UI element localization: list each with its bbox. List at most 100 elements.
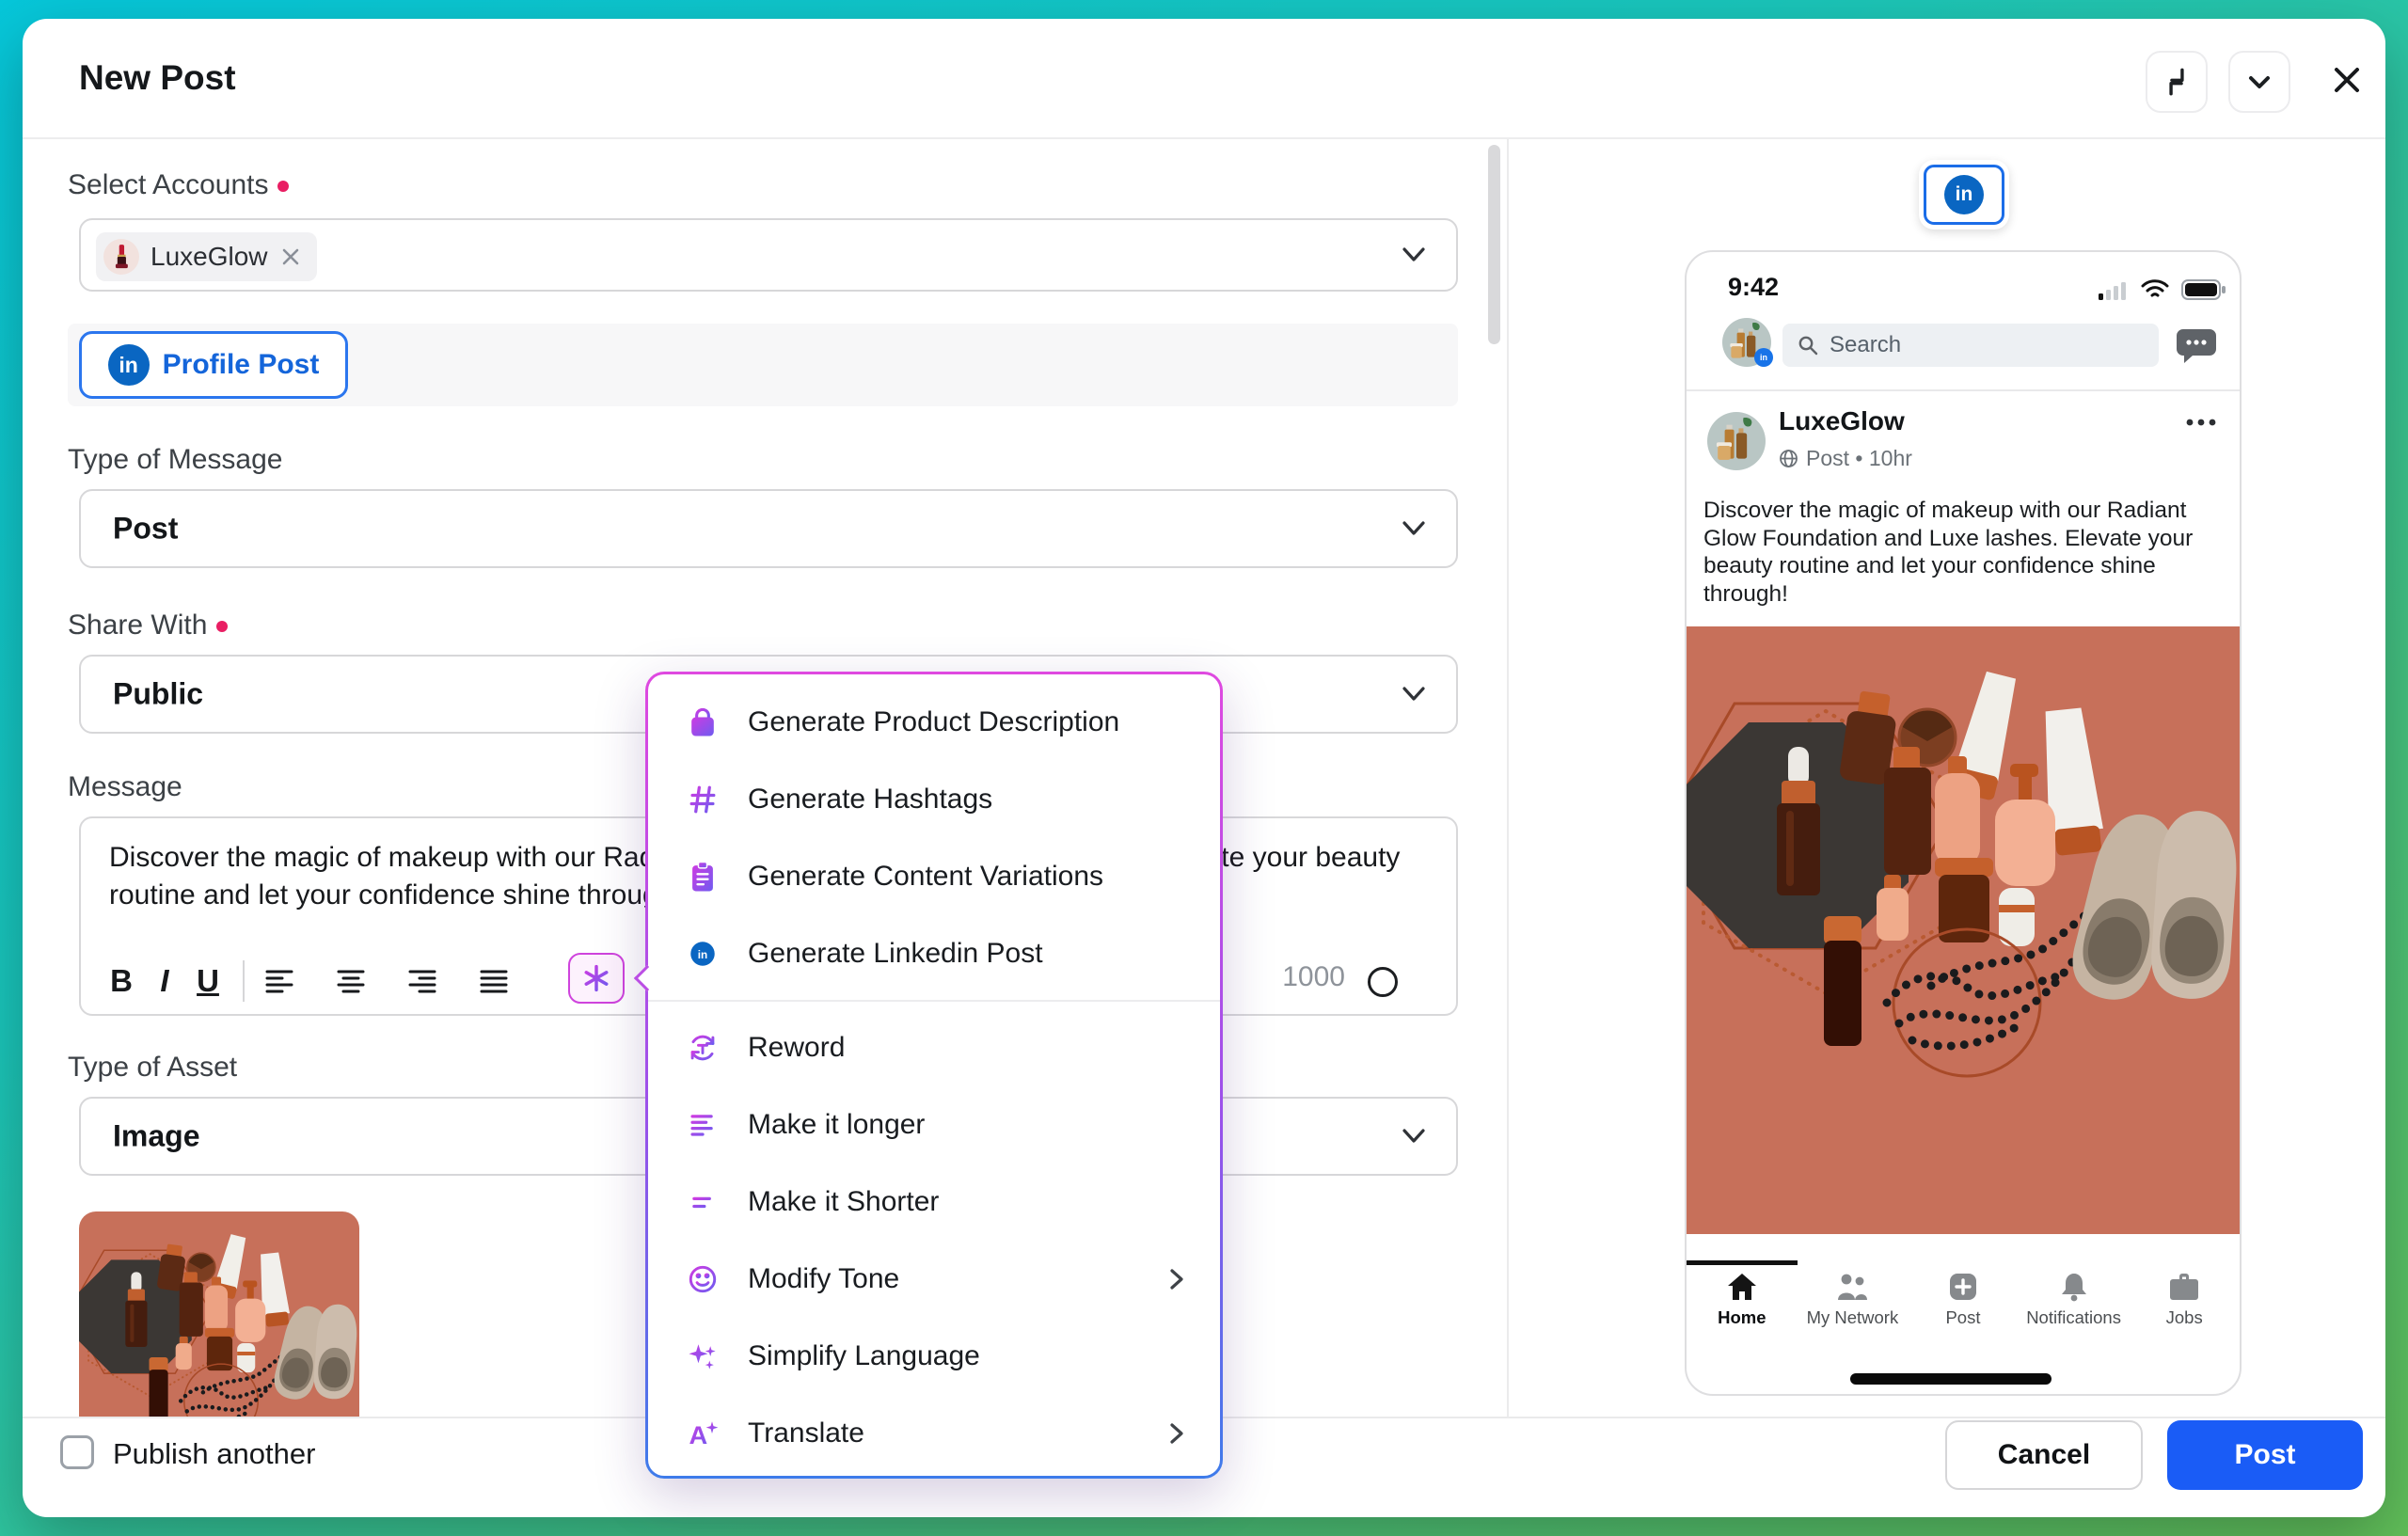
- publish-another-checkbox[interactable]: [60, 1435, 94, 1469]
- chip-remove-icon[interactable]: [279, 245, 302, 268]
- ai-asterisk-icon: [580, 962, 612, 994]
- required-dot: [277, 181, 289, 192]
- nav-notifications[interactable]: Notifications: [2019, 1262, 2130, 1347]
- panel-divider: [1507, 139, 1509, 1417]
- chevron-down-icon: [1400, 519, 1428, 538]
- submenu-chevron-icon: [1167, 1419, 1186, 1448]
- close-button[interactable]: [2318, 51, 2376, 109]
- ai-assistant-menu: Generate Product Description Generate Ha…: [645, 672, 1223, 1479]
- type-of-message-label: Type of Message: [68, 444, 282, 476]
- svg-text:A: A: [689, 1420, 707, 1449]
- type-of-message-select[interactable]: Post: [79, 489, 1458, 568]
- align-right-button[interactable]: [401, 959, 444, 1003]
- publish-another-label: Publish another: [113, 1437, 315, 1471]
- svg-text:in: in: [698, 948, 707, 961]
- network-badge-frame: in: [1924, 165, 2004, 225]
- tone-icon: [682, 1259, 723, 1300]
- post-button[interactable]: Post: [2167, 1420, 2363, 1490]
- chevron-down-icon: [1400, 245, 1428, 264]
- wifi-icon: [2140, 278, 2170, 301]
- underline-button[interactable]: U: [186, 959, 230, 1003]
- type-of-asset-value: Image: [113, 1119, 199, 1154]
- cancel-button[interactable]: Cancel: [1945, 1420, 2143, 1490]
- search-icon: [1798, 335, 1818, 356]
- required-dot: [216, 621, 228, 632]
- linkedin-icon: in: [682, 933, 723, 974]
- menu-item-generate-hashtags[interactable]: Generate Hashtags: [648, 761, 1220, 838]
- asset-thumbnail[interactable]: [79, 1211, 359, 1417]
- menu-item-generate-product-description[interactable]: Generate Product Description: [648, 684, 1220, 761]
- messaging-icon[interactable]: [2176, 325, 2217, 365]
- submenu-chevron-icon: [1167, 1265, 1186, 1293]
- sparkles-icon: [682, 1336, 723, 1377]
- character-count: 1000: [1282, 961, 1345, 993]
- chevron-down-icon: [2242, 65, 2276, 99]
- new-post-modal: New Post: [23, 19, 2385, 1517]
- select-accounts-label: Select Accounts: [68, 169, 289, 201]
- search-placeholder: Search: [1830, 332, 1901, 358]
- chevron-down-icon: [1400, 1127, 1428, 1146]
- bag-icon: [682, 702, 723, 743]
- align-left-button[interactable]: [258, 959, 301, 1003]
- nav-jobs[interactable]: Jobs: [2129, 1262, 2240, 1347]
- search-input[interactable]: Search: [1782, 324, 2159, 367]
- scrollbar[interactable]: [1488, 145, 1500, 344]
- bold-button[interactable]: B: [100, 959, 143, 1003]
- toolbar-separator: [243, 960, 245, 1002]
- collapse-button[interactable]: [2146, 51, 2208, 113]
- header-divider: [23, 137, 2385, 139]
- italic-button[interactable]: I: [143, 959, 186, 1003]
- post-preview-image: [1687, 626, 2240, 1234]
- menu-item-modify-tone[interactable]: Modify Tone: [648, 1241, 1220, 1318]
- menu-item-reword[interactable]: Reword: [648, 1009, 1220, 1086]
- emoji-picker-icon[interactable]: [1368, 967, 1398, 997]
- battery-icon: [2181, 278, 2226, 301]
- minimize-button[interactable]: [2228, 51, 2290, 113]
- align-justify-button[interactable]: [472, 959, 515, 1003]
- avatar-network-badge: in: [1754, 348, 1773, 367]
- post-preview-text: Discover the magic of makeup with our Ra…: [1703, 497, 2226, 608]
- nav-home[interactable]: Home: [1687, 1262, 1798, 1347]
- post-plus-icon: [1948, 1272, 1978, 1302]
- clipboard-icon: [682, 856, 723, 897]
- post-author-avatar[interactable]: [1707, 412, 1766, 470]
- home-indicator-pill: [1850, 1373, 2052, 1385]
- post-author-name[interactable]: LuxeGlow: [1779, 406, 1905, 436]
- nav-post[interactable]: Post: [1908, 1262, 2019, 1347]
- globe-icon: [1779, 449, 1798, 468]
- preview-bottom-nav: Home My Network: [1687, 1262, 2240, 1347]
- select-accounts-field[interactable]: LuxeGlow: [79, 218, 1458, 292]
- more-options-icon[interactable]: [2185, 418, 2217, 427]
- tab-profile-post-label: Profile Post: [163, 349, 320, 381]
- share-with-value: Public: [113, 677, 203, 712]
- menu-item-simplify-language[interactable]: Simplify Language: [648, 1318, 1220, 1395]
- preview-divider: [1687, 389, 2240, 391]
- shorter-icon: [682, 1181, 723, 1223]
- longer-icon: [682, 1104, 723, 1146]
- menu-item-generate-linkedin-post[interactable]: in Generate Linkedin Post: [648, 915, 1220, 992]
- message-label: Message: [68, 771, 182, 803]
- align-center-button[interactable]: [329, 959, 372, 1003]
- menu-item-translate[interactable]: A Translate: [648, 1395, 1220, 1472]
- bell-icon: [2060, 1272, 2088, 1302]
- menu-item-make-it-shorter[interactable]: Make it Shorter: [648, 1164, 1220, 1241]
- menu-item-make-it-longer[interactable]: Make it longer: [648, 1086, 1220, 1164]
- linkedin-icon: in: [108, 344, 150, 386]
- type-of-message-value: Post: [113, 512, 178, 546]
- formatting-toolbar: B I U: [100, 959, 515, 1003]
- chevron-down-icon: [1400, 685, 1428, 704]
- ai-assistant-button[interactable]: [568, 953, 625, 1004]
- home-icon: [1726, 1272, 1758, 1302]
- status-time: 9:42: [1728, 273, 1779, 302]
- account-chip-label: LuxeGlow: [150, 242, 268, 272]
- menu-item-generate-content-variations[interactable]: Generate Content Variations: [648, 838, 1220, 915]
- cellular-signal-icon: [2099, 280, 2129, 301]
- tab-profile-post[interactable]: in Profile Post: [79, 331, 348, 399]
- network-badge[interactable]: in: [1919, 160, 2009, 230]
- hashtag-icon: [682, 779, 723, 820]
- account-chip[interactable]: LuxeGlow: [96, 232, 317, 281]
- nav-my-network[interactable]: My Network: [1798, 1262, 1909, 1347]
- share-with-label: Share With: [68, 610, 228, 641]
- account-avatar: [103, 239, 139, 275]
- translate-icon: A: [682, 1413, 723, 1454]
